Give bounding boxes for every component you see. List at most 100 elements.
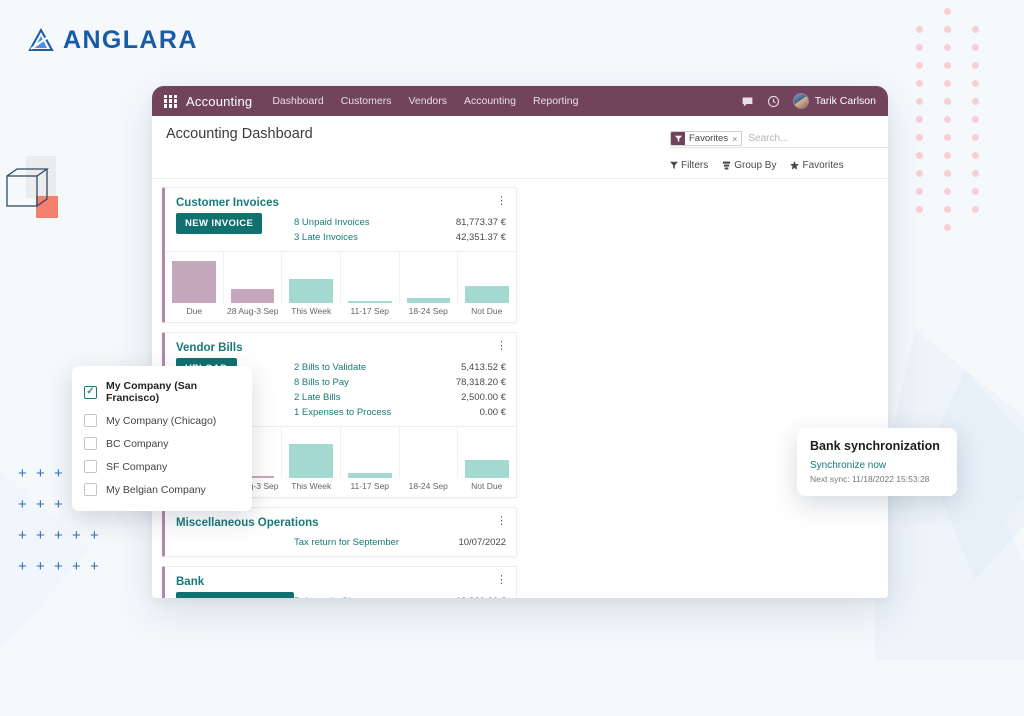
kpi-row: 8 Bills to Pay 78,318.20 € — [294, 375, 506, 390]
activities-clock-icon[interactable] — [767, 95, 780, 108]
control-panel: Accounting Dashboard Favorites × Search.… — [152, 116, 888, 179]
decor-dot — [916, 116, 923, 123]
checkbox-icon[interactable] — [84, 483, 97, 496]
company-option[interactable]: SF Company — [72, 455, 252, 478]
card-menu-kebab-icon[interactable]: ⋮ — [496, 341, 507, 352]
decor-dot — [944, 26, 951, 33]
decor-dot — [972, 62, 979, 69]
decor-plus: + — [36, 465, 45, 482]
checkbox-icon[interactable]: ✓ — [84, 385, 97, 399]
kpi-value: 78,318.20 € — [455, 377, 506, 388]
application-window: Accounting Dashboard Customers Vendors A… — [152, 86, 888, 598]
company-option[interactable]: My Company (Chicago) — [72, 409, 252, 432]
kpi-row: 2 Late Bills 2,500.00 € — [294, 390, 506, 405]
menu-item-dashboard[interactable]: Dashboard — [272, 95, 323, 107]
company-selector-dropdown[interactable]: ✓ My Company (San Francisco) My Company (C… — [72, 366, 252, 511]
grid-apps-icon[interactable] — [164, 94, 177, 108]
chart-bar — [230, 289, 275, 303]
decor-dot — [916, 98, 923, 105]
bar-label: 11-17 Sep — [350, 306, 390, 316]
favorites-button[interactable]: Favorites — [790, 160, 844, 171]
filters-button[interactable]: Filters — [670, 160, 708, 171]
card-header: Vendor Bills ⋮ — [165, 333, 516, 356]
kpi-row: Tax return for September 10/07/2022 — [294, 535, 506, 550]
messages-icon[interactable] — [741, 95, 754, 108]
kpi-value: 81,773.37 € — [455, 217, 506, 228]
company-option[interactable]: ✓ My Company (San Francisco) — [72, 375, 252, 409]
card-miscellaneous-operations: Miscellaneous Operations ⋮ Tax return for … — [162, 507, 517, 557]
bar-label: 18-24 Sep — [408, 481, 448, 491]
search-bar[interactable]: Favorites × Search... — [670, 130, 888, 148]
card-kpis: 2 Bills to Validate 5,413.52 € 8 Bills to … — [294, 358, 506, 420]
decor-dot — [916, 26, 923, 33]
user-avatar — [792, 93, 809, 109]
kpi-row: 1 Expenses to Process 0.00 € — [294, 405, 506, 420]
decor-dot — [972, 44, 979, 51]
decor-dot — [916, 170, 923, 177]
company-option-label: BC Company — [106, 437, 169, 450]
group-by-icon — [723, 161, 731, 169]
decor-plus: + — [54, 496, 63, 513]
kpi-row: 8 Unpaid Invoices 81,773.37 € — [294, 215, 506, 230]
menu-item-vendors[interactable]: Vendors — [408, 95, 447, 107]
decor-dot — [944, 152, 951, 159]
decor-dot — [944, 170, 951, 177]
kpi-row: 3 Late Invoices 42,351.37 € — [294, 230, 506, 245]
decor-plus: + — [18, 465, 27, 482]
decor-plus: + — [90, 558, 99, 575]
search-input[interactable]: Search... — [748, 133, 788, 144]
card-bank: Bank ⋮ RECONCILE 11 ITEMSSynchronize nowNe… — [162, 566, 517, 598]
checkbox-icon[interactable] — [84, 437, 97, 450]
company-option-label: SF Company — [106, 460, 168, 473]
kpi-label[interactable]: 8 Bills to Pay — [294, 375, 349, 390]
bank-synchronization-popover: Bank synchronization Synchronize now Nex… — [797, 428, 957, 496]
checkbox-icon[interactable] — [84, 460, 97, 473]
brand-name: ANGLARA — [63, 26, 198, 54]
card-menu-kebab-icon[interactable]: ⋮ — [496, 196, 507, 207]
decor-dot — [944, 8, 951, 15]
search-facet-favorites[interactable]: Favorites × — [670, 131, 743, 146]
kpi-value: 10/07/2022 — [458, 537, 506, 548]
menu-item-accounting[interactable]: Accounting — [464, 95, 516, 107]
menu-item-customers[interactable]: Customers — [341, 95, 392, 107]
kpi-label[interactable]: Balance in GL — [294, 594, 354, 598]
customer-invoices-primary-button[interactable]: NEW INVOICE — [176, 213, 263, 234]
bar-column — [224, 251, 283, 303]
card-menu-kebab-icon[interactable]: ⋮ — [496, 516, 507, 527]
decor-plus: + — [54, 465, 63, 482]
synchronize-now-link[interactable]: Synchronize now — [810, 460, 944, 471]
menu-item-reporting[interactable]: Reporting — [533, 95, 579, 107]
decor-dot — [916, 188, 923, 195]
decor-plus: + — [72, 558, 81, 575]
user-menu[interactable]: Tarik Carlson — [792, 93, 876, 109]
close-icon[interactable]: × — [732, 134, 741, 144]
company-option[interactable]: BC Company — [72, 432, 252, 455]
bar-column — [400, 251, 459, 303]
kpi-row: Balance in GL 12,800.00 € — [294, 594, 506, 598]
kpi-label[interactable]: 1 Expenses to Process — [294, 405, 391, 420]
kpi-value: 0.00 € — [479, 407, 506, 418]
card-menu-kebab-icon[interactable]: ⋮ — [496, 575, 507, 586]
kpi-label[interactable]: 2 Late Bills — [294, 390, 340, 405]
decor-dot — [944, 134, 951, 141]
decor-dot — [972, 206, 979, 213]
decor-dot — [916, 152, 923, 159]
chart-bar — [289, 279, 334, 303]
decor-plus: + — [36, 527, 45, 544]
decor-dot — [944, 224, 951, 231]
customer-invoices-bar-chart — [165, 251, 516, 303]
bank-primary-button[interactable]: RECONCILE 11 ITEMS — [176, 592, 294, 598]
decor-plus: + — [36, 496, 45, 513]
kpi-label[interactable]: 3 Late Invoices — [294, 230, 358, 245]
filter-funnel-icon — [671, 132, 685, 145]
kpi-label[interactable]: Tax return for September — [294, 535, 399, 550]
kpi-label[interactable]: 2 Bills to Validate — [294, 360, 366, 375]
bar-label: Not Due — [471, 306, 503, 316]
company-option[interactable]: My Belgian Company — [72, 478, 252, 501]
card-title: Customer Invoices — [176, 197, 279, 209]
control-panel-divider — [152, 178, 888, 179]
kpi-label[interactable]: 8 Unpaid Invoices — [294, 215, 370, 230]
chart-bar — [465, 286, 510, 303]
group-by-button[interactable]: Group By — [722, 160, 776, 171]
checkbox-icon[interactable] — [84, 414, 97, 427]
